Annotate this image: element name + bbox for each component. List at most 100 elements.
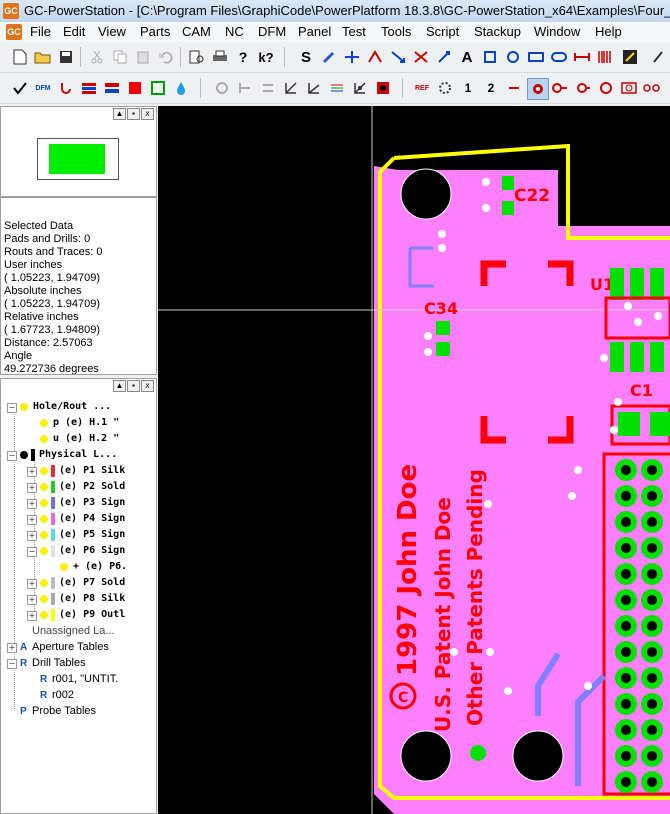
visibility-bulb-icon[interactable] — [40, 435, 48, 443]
tree-scroll-icon[interactable]: ▲ — [113, 380, 126, 392]
move2-icon[interactable] — [434, 47, 454, 67]
visibility-bulb-icon[interactable] — [40, 419, 48, 427]
pin1-icon[interactable]: 1 — [458, 78, 478, 98]
open-icon[interactable] — [33, 47, 53, 67]
whats-this-icon[interactable]: k? — [256, 47, 276, 67]
collapse-icon[interactable]: − — [27, 547, 37, 557]
pad-oval-icon[interactable] — [549, 47, 569, 67]
stop-icon[interactable] — [373, 78, 393, 98]
visibility-bulb-icon[interactable] — [40, 515, 48, 523]
menu-view[interactable]: View — [98, 24, 126, 39]
pin-icon[interactable]: ▪ — [127, 108, 140, 120]
menu-script[interactable]: Script — [426, 24, 459, 39]
print-icon[interactable] — [210, 47, 230, 67]
menu-stackup[interactable]: Stackup — [474, 24, 521, 39]
fill-red-icon[interactable] — [125, 78, 145, 98]
expand-icon[interactable]: + — [7, 643, 17, 653]
stackup-icon[interactable] — [79, 78, 99, 98]
pad-square-icon[interactable] — [480, 47, 500, 67]
tree-close-icon[interactable]: x — [141, 380, 154, 392]
measure-icon[interactable] — [281, 78, 301, 98]
visibility-bulb-icon[interactable] — [60, 563, 68, 571]
undo-icon[interactable] — [156, 47, 176, 67]
menu-edit[interactable]: Edit — [63, 24, 85, 39]
paste-icon[interactable] — [133, 47, 153, 67]
close-icon[interactable]: x — [141, 108, 154, 120]
drop-icon[interactable] — [171, 78, 191, 98]
pad-array-icon[interactable] — [642, 78, 662, 98]
new-icon[interactable] — [10, 47, 30, 67]
menu-panel[interactable]: Panel — [298, 24, 331, 39]
visibility-bulb-icon[interactable] — [40, 579, 48, 587]
ref-icon[interactable]: REF — [412, 78, 432, 98]
fill-green-icon[interactable] — [148, 78, 168, 98]
copy-icon[interactable] — [110, 47, 130, 67]
measure-rainbow-icon[interactable] — [327, 78, 347, 98]
measure-angle-icon[interactable] — [304, 78, 324, 98]
pad-rect-icon[interactable] — [526, 47, 546, 67]
expand-icon[interactable]: + — [27, 467, 37, 477]
bar-icon[interactable] — [572, 47, 592, 67]
text-icon[interactable]: A — [457, 47, 477, 67]
collapse-icon[interactable]: − — [7, 403, 17, 413]
copper-icon[interactable] — [435, 78, 455, 98]
check-icon[interactable] — [10, 78, 30, 98]
menu-parts[interactable]: Parts — [140, 24, 170, 39]
dfm-icon[interactable]: DFM — [33, 78, 53, 98]
visibility-bulb-icon[interactable] — [40, 547, 48, 555]
trace-icon[interactable] — [550, 78, 570, 98]
drill-icon[interactable] — [573, 78, 593, 98]
menu-tools[interactable]: Tools — [381, 24, 411, 39]
menu-file[interactable]: File — [30, 24, 51, 39]
visibility-bulb-icon[interactable] — [40, 611, 48, 619]
measure-center-icon[interactable] — [350, 78, 370, 98]
visibility-bulb-icon[interactable] — [40, 595, 48, 603]
s-icon[interactable]: S — [296, 47, 316, 67]
help-icon[interactable]: ? — [233, 47, 253, 67]
probe-icon[interactable] — [504, 78, 524, 98]
expand-icon[interactable]: + — [27, 483, 37, 493]
more-icon[interactable] — [648, 47, 668, 67]
connect-icon[interactable] — [365, 47, 385, 67]
pin2-icon[interactable]: 2 — [481, 78, 501, 98]
pad-round-icon[interactable] — [503, 47, 523, 67]
menu-window[interactable]: Window — [534, 24, 580, 39]
barcode-icon[interactable] — [595, 47, 615, 67]
menu-test[interactable]: Test — [342, 24, 366, 39]
visibility-bulb-icon[interactable] — [40, 531, 48, 539]
visibility-bulb-icon[interactable] — [40, 499, 48, 507]
menu-help[interactable]: Help — [595, 24, 622, 39]
visibility-bulb-icon[interactable] — [20, 403, 28, 411]
collapse-icon[interactable]: − — [7, 659, 17, 669]
scroll-up-icon[interactable]: ▲ — [113, 108, 126, 120]
expand-icon[interactable]: + — [27, 531, 37, 541]
save-icon[interactable] — [56, 47, 76, 67]
menu-cam[interactable]: CAM — [182, 24, 211, 39]
expand-icon[interactable]: + — [27, 611, 37, 621]
cut-icon[interactable] — [87, 47, 107, 67]
tree-pin-icon[interactable]: ▪ — [127, 380, 140, 392]
snap-icon[interactable] — [235, 78, 255, 98]
pad-group-icon[interactable] — [619, 78, 639, 98]
collapse-icon[interactable]: − — [7, 451, 17, 461]
expand-icon[interactable]: + — [27, 579, 37, 589]
visibility-bulb-icon[interactable] — [40, 483, 48, 491]
document-logo-icon[interactable]: GC — [6, 24, 22, 40]
via-icon[interactable] — [527, 78, 549, 100]
expand-icon[interactable]: + — [27, 499, 37, 509]
move-icon[interactable] — [411, 47, 431, 67]
pad-icon[interactable] — [596, 78, 616, 98]
component-icon[interactable] — [342, 47, 362, 67]
pcb-canvas[interactable]: C22 C34 U1 C1 1997 John Doe C U.S. Paten… — [158, 106, 670, 814]
layers-icon[interactable] — [102, 78, 122, 98]
snap-grid-icon[interactable] — [212, 78, 232, 98]
menu-nc[interactable]: NC — [225, 24, 244, 39]
expand-icon[interactable]: + — [27, 595, 37, 605]
picture-icon[interactable] — [620, 47, 640, 67]
print-preview-icon[interactable] — [187, 47, 207, 67]
pen-icon[interactable] — [319, 47, 339, 67]
visibility-bulb-icon[interactable] — [40, 467, 48, 475]
menu-dfm[interactable]: DFM — [258, 24, 286, 39]
board-preview[interactable] — [37, 138, 119, 180]
expand-icon[interactable]: + — [27, 515, 37, 525]
